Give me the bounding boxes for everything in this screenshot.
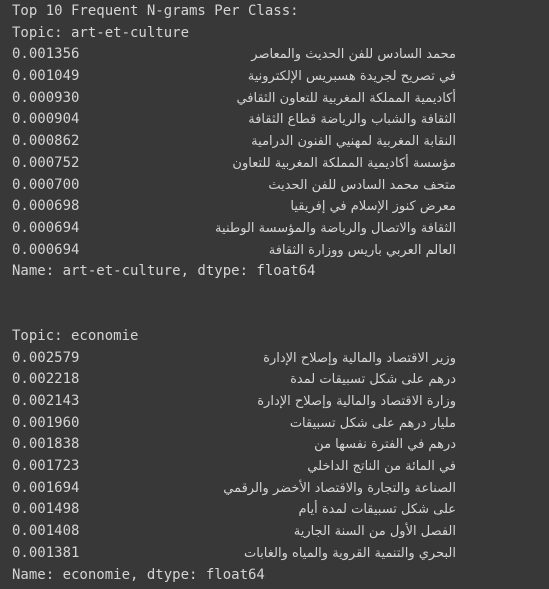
ngram-row: 0.002143 وزارة الاقتصاد والمالية وإصلاح ا… <box>12 391 549 413</box>
ngram-text: الثقافة والشباب والرياضة قطاع الثقافة <box>248 112 456 128</box>
topic-block-economie: Topic: economie 0.002579 وزير الاقتصاد وا… <box>12 326 549 586</box>
ngram-text: في المائة من الناتج الداخلي <box>307 459 456 475</box>
ngram-row: 0.001838 درهم في الفترة نفسها من <box>12 434 549 456</box>
ngram-row: 0.000752 مؤسسة أكاديمية المملكة المغربية … <box>12 153 549 175</box>
ngram-text: الثقافة والاتصال والرياضة والمؤسسة الوطن… <box>215 220 456 236</box>
ngram-score: 0.001723 <box>12 458 80 475</box>
ngram-row: 0.001381 البحري والتنمية القروية والمياه … <box>12 543 549 565</box>
ngram-text: متحف محمد السادس للفن الحديث <box>268 177 456 193</box>
series-footer: Name: economie, dtype: float64 <box>12 566 265 583</box>
ngram-row: 0.000700 متحف محمد السادس للفن الحديث <box>12 175 549 197</box>
ngram-text: على شكل تسبيقات لمدة أيام <box>298 502 456 518</box>
ngram-score: 0.000698 <box>12 198 80 215</box>
ngram-row: 0.000930 أكاديمية المملكة المغربية للتعاو… <box>12 88 549 110</box>
ngram-row: 0.000904 الثقافة والشباب والرياضة قطاع ال… <box>12 109 549 131</box>
ngram-score: 0.001049 <box>12 68 80 85</box>
output-header: Top 10 Frequent N-grams Per Class: <box>12 3 299 19</box>
ngram-text: الفصل الأول من السنة الجارية <box>293 524 456 540</box>
ngram-score: 0.000694 <box>12 219 80 236</box>
ngram-score: 0.002579 <box>12 349 80 366</box>
ngram-text: أكاديمية المملكة المغربية للتعاون الثقاف… <box>236 90 456 106</box>
ngram-row: 0.001694 الصناعة والتجارة والاقتصاد الأخض… <box>12 478 549 500</box>
series-footer: Name: art-et-culture, dtype: float64 <box>12 263 316 280</box>
ngram-row: 0.000694 العالم العربي باريس ووزارة الثقا… <box>12 240 549 262</box>
ngram-text: في تصريح لجريدة هسبريس الإلكترونية <box>247 69 456 85</box>
ngram-row: 0.001723 في المائة من الناتج الداخلي <box>12 456 549 478</box>
ngram-score: 0.001498 <box>12 501 80 518</box>
ngram-row: 0.002579 وزير الاقتصاد والمالية وإصلاح ال… <box>12 348 549 370</box>
ngram-score: 0.001356 <box>12 46 80 63</box>
ngram-score: 0.000904 <box>12 111 80 128</box>
ngram-row: 0.001498 على شكل تسبيقات لمدة أيام <box>12 499 549 521</box>
ngram-text: درهم على شكل تسبيقات لمدة <box>290 372 456 388</box>
ngram-text: البحري والتنمية القروية والمياه والغابات <box>243 545 456 561</box>
ngram-row: 0.000698 معرض كنوز الإسلام في إفريقيا <box>12 196 549 218</box>
ngram-score: 0.001838 <box>12 436 80 453</box>
ngram-text: مؤسسة أكاديمية المملكة المغربية للتعاون <box>232 155 456 171</box>
ngram-text: محمد السادس للفن الحديث والمعاصر <box>251 47 456 63</box>
ngram-text: النقابة المغربية لمهنيي الفنون الدرامية <box>251 134 456 150</box>
ngram-text: وزارة الاقتصاد والمالية وإصلاح الإدارة <box>257 394 456 409</box>
ngram-row: 0.002218 درهم على شكل تسبيقات لمدة <box>12 369 549 391</box>
cell-output: Top 10 Frequent N-grams Per Class: Topic… <box>0 0 549 589</box>
ngram-score: 0.000752 <box>12 154 80 171</box>
ngram-score: 0.000862 <box>12 133 80 150</box>
topic-line: Topic: economie <box>12 327 139 344</box>
ngram-text: مليار درهم على شكل تسبيقات <box>289 415 456 431</box>
ngram-row: 0.001356 محمد السادس للفن الحديث والمعاصر <box>12 44 549 66</box>
ngram-text: درهم في الفترة نفسها من <box>314 437 456 453</box>
ngram-text: الصناعة والتجارة والاقتصاد الأخضر والرقم… <box>223 480 456 496</box>
ngram-score: 0.001408 <box>12 523 80 540</box>
ngram-text: معرض كنوز الإسلام في إفريقيا <box>290 199 456 215</box>
ngram-score: 0.001960 <box>12 414 80 431</box>
ngram-score: 0.001381 <box>12 544 80 561</box>
ngram-text: العالم العربي باريس ووزارة الثقافة <box>268 242 456 258</box>
ngram-score: 0.000694 <box>12 241 80 258</box>
blank-lines <box>12 283 549 326</box>
ngram-row: 0.001408 الفصل الأول من السنة الجارية <box>12 521 549 543</box>
ngram-row: 0.000862 النقابة المغربية لمهنيي الفنون ا… <box>12 131 549 153</box>
topic-block-art-et-culture: Topic: art-et-culture 0.001356 محمد الساد… <box>12 23 549 283</box>
ngram-score: 0.000930 <box>12 89 80 106</box>
ngram-text: وزير الاقتصاد والمالية وإصلاح الإدارة <box>263 350 456 366</box>
topic-line: Topic: art-et-culture <box>12 24 190 41</box>
ngram-row: 0.001049 في تصريح لجريدة هسبريس الإلكترون… <box>12 66 549 88</box>
ngram-score: 0.002218 <box>12 371 80 388</box>
ngram-row: 0.001960 مليار درهم على شكل تسبيقات <box>12 413 549 435</box>
ngram-score: 0.000700 <box>12 176 80 193</box>
ngram-score: 0.002143 <box>12 393 80 409</box>
ngram-score: 0.001694 <box>12 479 80 496</box>
ngram-row: 0.000694 الثقافة والاتصال والرياضة والمؤس… <box>12 218 549 240</box>
